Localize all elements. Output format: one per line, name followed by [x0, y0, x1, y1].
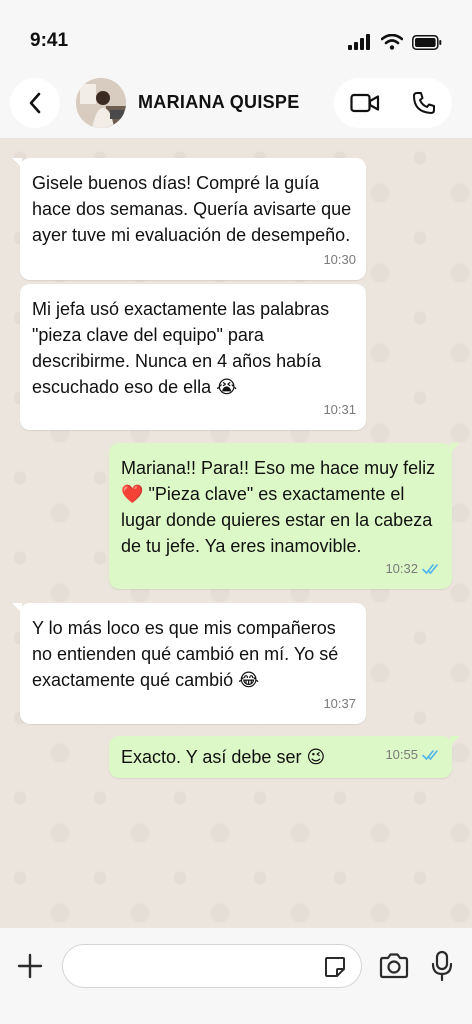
status-time: 9:41 — [30, 30, 69, 51]
status-bar: 9:41 — [0, 0, 472, 80]
message-time: 10:55 — [385, 747, 418, 762]
red-heart-emoji: ❤️ — [121, 484, 144, 504]
message-time: 10:31 — [323, 402, 356, 417]
status-icons — [348, 34, 442, 50]
message-time: 10:30 — [323, 252, 356, 267]
back-button[interactable] — [10, 78, 60, 128]
message-text: Exacto. Y así debe ser — [121, 747, 302, 767]
chat-header: MARIANA QUISPE — [0, 70, 472, 138]
wifi-icon — [381, 34, 403, 50]
message-text: Mi jefa usó exactamente las palabras "pi… — [32, 299, 330, 397]
message-incoming[interactable]: Gisele buenos días! Compré la guía hace … — [12, 158, 366, 280]
read-ticks-icon — [422, 750, 438, 761]
message-time: 10:32 — [385, 561, 418, 576]
input-bar — [0, 928, 472, 1024]
message-text: Mariana!! Para!! Eso me hace muy feliz — [121, 458, 436, 478]
tears-of-joy-emoji: 😂 — [238, 670, 260, 690]
sticker-icon[interactable] — [323, 955, 347, 979]
message-text: Y lo más loco es que mis compañeros no e… — [32, 618, 339, 690]
video-call-icon[interactable] — [350, 93, 380, 113]
message-incoming[interactable]: Mi jefa usó exactamente las palabras "pi… — [20, 284, 366, 430]
call-actions — [334, 78, 452, 128]
message-time: 10:37 — [323, 696, 356, 711]
plus-icon[interactable] — [16, 952, 44, 980]
chevron-left-icon — [29, 92, 41, 114]
signal-icon — [348, 34, 370, 50]
message-text: "Pieza clave" es exactamente el lugar do… — [121, 484, 433, 556]
phone-icon[interactable] — [412, 91, 436, 115]
camera-icon[interactable] — [378, 952, 410, 980]
message-outgoing[interactable]: Mariana!! Para!! Eso me hace muy feliz ❤… — [109, 443, 460, 589]
message-outgoing[interactable]: Exacto. Y así debe ser 😉 10:55 — [109, 736, 460, 778]
contact-name[interactable]: MARIANA QUISPE — [138, 92, 300, 113]
read-ticks-icon — [422, 564, 438, 575]
battery-icon — [412, 34, 442, 50]
avatar[interactable] — [76, 78, 126, 128]
chat-area[interactable]: Gisele buenos días! Compré la guía hace … — [0, 138, 472, 928]
message-incoming[interactable]: Y lo más loco es que mis compañeros no e… — [12, 603, 366, 724]
loudly-crying-emoji: 😭 — [216, 377, 238, 397]
message-input[interactable] — [62, 944, 362, 988]
winking-face-emoji: 😉 — [306, 747, 326, 767]
message-text: Gisele buenos días! Compré la guía hace … — [32, 173, 352, 245]
avatar-photo — [76, 78, 126, 128]
microphone-icon[interactable] — [430, 950, 454, 982]
